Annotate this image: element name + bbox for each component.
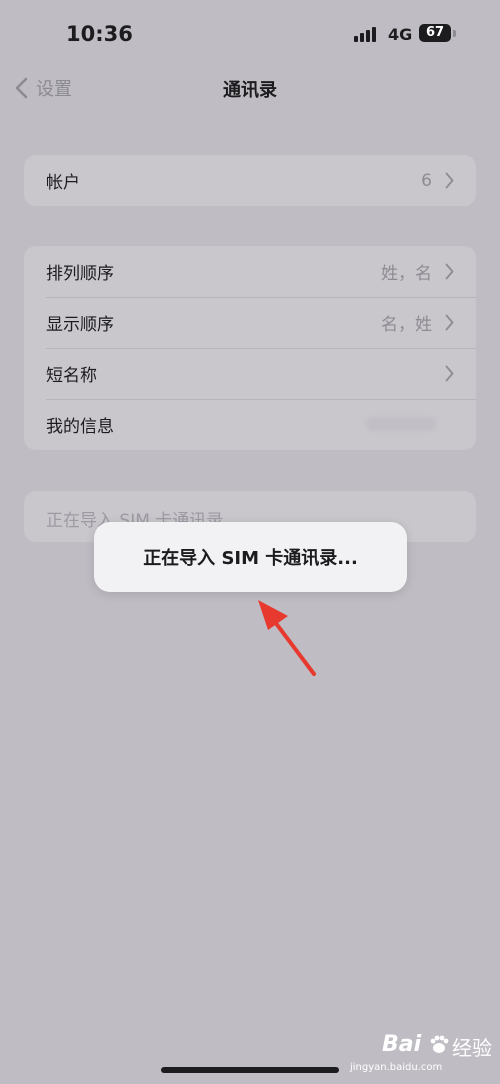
status-bar: 10:36 4G 67 bbox=[0, 0, 500, 64]
navigation-bar: 设置 通讯录 bbox=[0, 64, 500, 112]
row-label: 帐户 bbox=[46, 173, 80, 193]
home-indicator[interactable] bbox=[161, 1067, 339, 1073]
row-short-name[interactable]: 短名称 bbox=[24, 348, 476, 399]
watermark-text: 经验 bbox=[452, 1036, 492, 1060]
row-value: 姓，名 bbox=[381, 264, 432, 284]
status-time: 10:36 bbox=[66, 22, 133, 46]
chevron-right-icon bbox=[445, 365, 454, 382]
network-type: 4G bbox=[388, 25, 413, 44]
row-label: 排列顺序 bbox=[46, 264, 114, 284]
row-accounts[interactable]: 帐户 6 bbox=[24, 155, 476, 206]
watermark-url: jingyan.baidu.com bbox=[350, 1062, 443, 1073]
annotation-arrow-icon bbox=[258, 600, 316, 676]
row-value: 名，姓 bbox=[381, 315, 432, 335]
battery-tip bbox=[453, 30, 456, 37]
paw-icon bbox=[430, 1035, 449, 1053]
row-sort-order[interactable]: 排列顺序 姓，名 bbox=[24, 246, 476, 297]
row-label: 短名称 bbox=[46, 366, 97, 386]
watermark-brand: Bai bbox=[382, 1032, 422, 1057]
chevron-right-icon bbox=[445, 172, 454, 189]
page-title: 通讯录 bbox=[223, 80, 277, 101]
watermark: Bai 经验 bbox=[382, 1030, 492, 1060]
row-label: 我的信息 bbox=[46, 417, 114, 437]
battery-icon: 67 bbox=[419, 24, 451, 42]
chevron-right-icon bbox=[445, 314, 454, 331]
chevron-right-icon bbox=[445, 263, 454, 280]
row-my-info[interactable]: 我的信息 bbox=[24, 399, 476, 450]
row-label: 显示顺序 bbox=[46, 315, 114, 335]
progress-toast: 正在导入 SIM 卡通讯录... bbox=[94, 522, 407, 592]
signal-icon bbox=[354, 26, 380, 42]
row-display-order[interactable]: 显示顺序 名，姓 bbox=[24, 297, 476, 348]
blurred-value bbox=[366, 417, 436, 431]
row-value: 6 bbox=[421, 170, 432, 191]
display-settings-group: 排列顺序 姓，名 显示顺序 名，姓 短名称 我的信息 bbox=[24, 246, 476, 450]
accounts-group: 帐户 6 bbox=[24, 155, 476, 206]
